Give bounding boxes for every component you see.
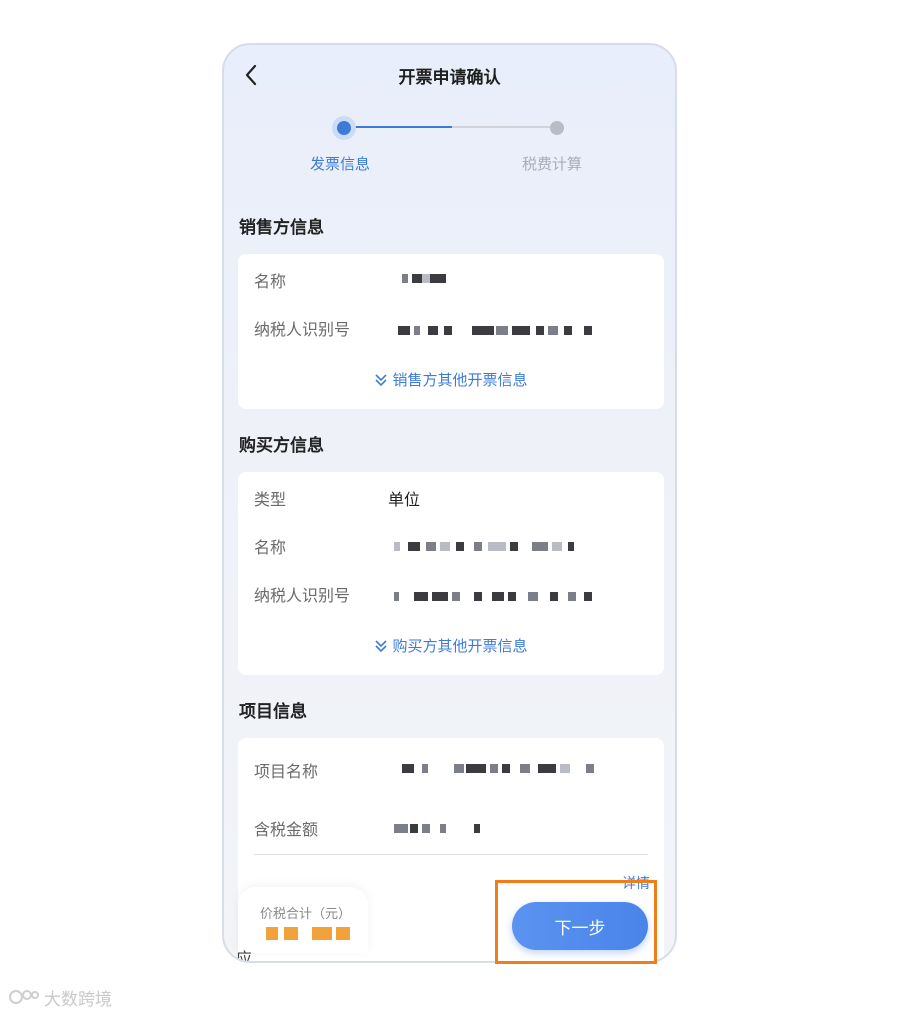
phone-frame: 开票申请确认 发票信息 税费计算 销售方信息 名称 纳税人识别号 销售方其他开票… [222, 43, 677, 963]
total-amount-label: 价税合计（元） [260, 907, 352, 922]
highlight-annotation-box [495, 880, 657, 964]
step-line-active [346, 126, 452, 128]
tax-inclusive-amount-redacted [388, 820, 488, 836]
seller-name-label: 名称 [254, 272, 287, 291]
step-line-inactive [452, 126, 556, 128]
step-label-tax[interactable]: 税费计算 [522, 153, 582, 174]
partial-text: 应 [236, 949, 253, 963]
seller-taxid-label: 纳税人识别号 [254, 320, 351, 339]
total-amount-redacted [266, 927, 356, 943]
buyer-name-label: 名称 [254, 538, 287, 557]
header: 开票申请确认 [224, 45, 675, 105]
buyer-type-label: 类型 [254, 490, 287, 509]
double-chevron-down-icon [375, 374, 388, 387]
double-chevron-down-icon [375, 640, 388, 653]
buyer-type-value: 单位 [388, 490, 421, 509]
progress-stepper: 发票信息 税费计算 [224, 109, 675, 189]
seller-expand-label: 销售方其他开票信息 [392, 371, 528, 389]
watermark-logo-icon [9, 990, 39, 1004]
buyer-card: 类型 单位 名称 纳税人识别号 购买方其他开票信息 [238, 472, 664, 675]
seller-taxid-redacted [388, 322, 608, 338]
step-dot-inactive [550, 121, 564, 135]
project-divider [254, 854, 648, 855]
buyer-section-title: 购买方信息 [239, 436, 324, 456]
buyer-expand-label: 购买方其他开票信息 [392, 637, 528, 655]
page-title: 开票申请确认 [398, 68, 501, 88]
buyer-name-redacted [388, 538, 588, 554]
watermark-text: 大数跨境 [44, 990, 112, 1010]
seller-section-title: 销售方信息 [239, 218, 324, 238]
seller-name-redacted [388, 270, 458, 286]
bottom-total-bar: 价税合计（元） [238, 887, 368, 953]
project-section-title: 项目信息 [239, 702, 307, 722]
step-label-invoice[interactable]: 发票信息 [310, 153, 370, 174]
project-name-redacted [388, 760, 598, 776]
buyer-taxid-redacted [388, 588, 598, 604]
tax-inclusive-amount-label: 含税金额 [254, 820, 319, 839]
project-name-label: 项目名称 [254, 762, 319, 781]
seller-expand-link[interactable]: 销售方其他开票信息 [238, 369, 664, 390]
seller-card: 名称 纳税人识别号 销售方其他开票信息 [238, 254, 664, 409]
buyer-taxid-label: 纳税人识别号 [254, 586, 351, 605]
step-dot-active [337, 121, 351, 135]
buyer-expand-link[interactable]: 购买方其他开票信息 [238, 635, 664, 656]
